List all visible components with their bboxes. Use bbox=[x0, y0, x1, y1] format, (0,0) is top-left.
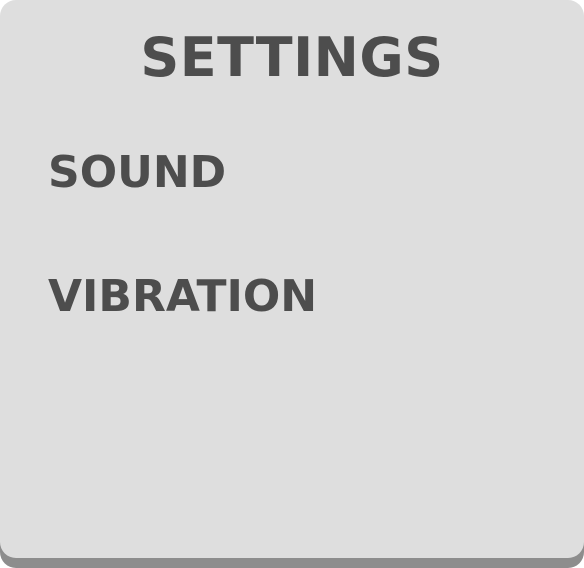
settings-panel: SETTINGS SOUND VIBRATION bbox=[0, 0, 584, 558]
settings-title: SETTINGS bbox=[140, 26, 444, 89]
settings-item-vibration[interactable]: VIBRATION bbox=[48, 269, 317, 325]
settings-item-sound[interactable]: SOUND bbox=[48, 145, 226, 201]
